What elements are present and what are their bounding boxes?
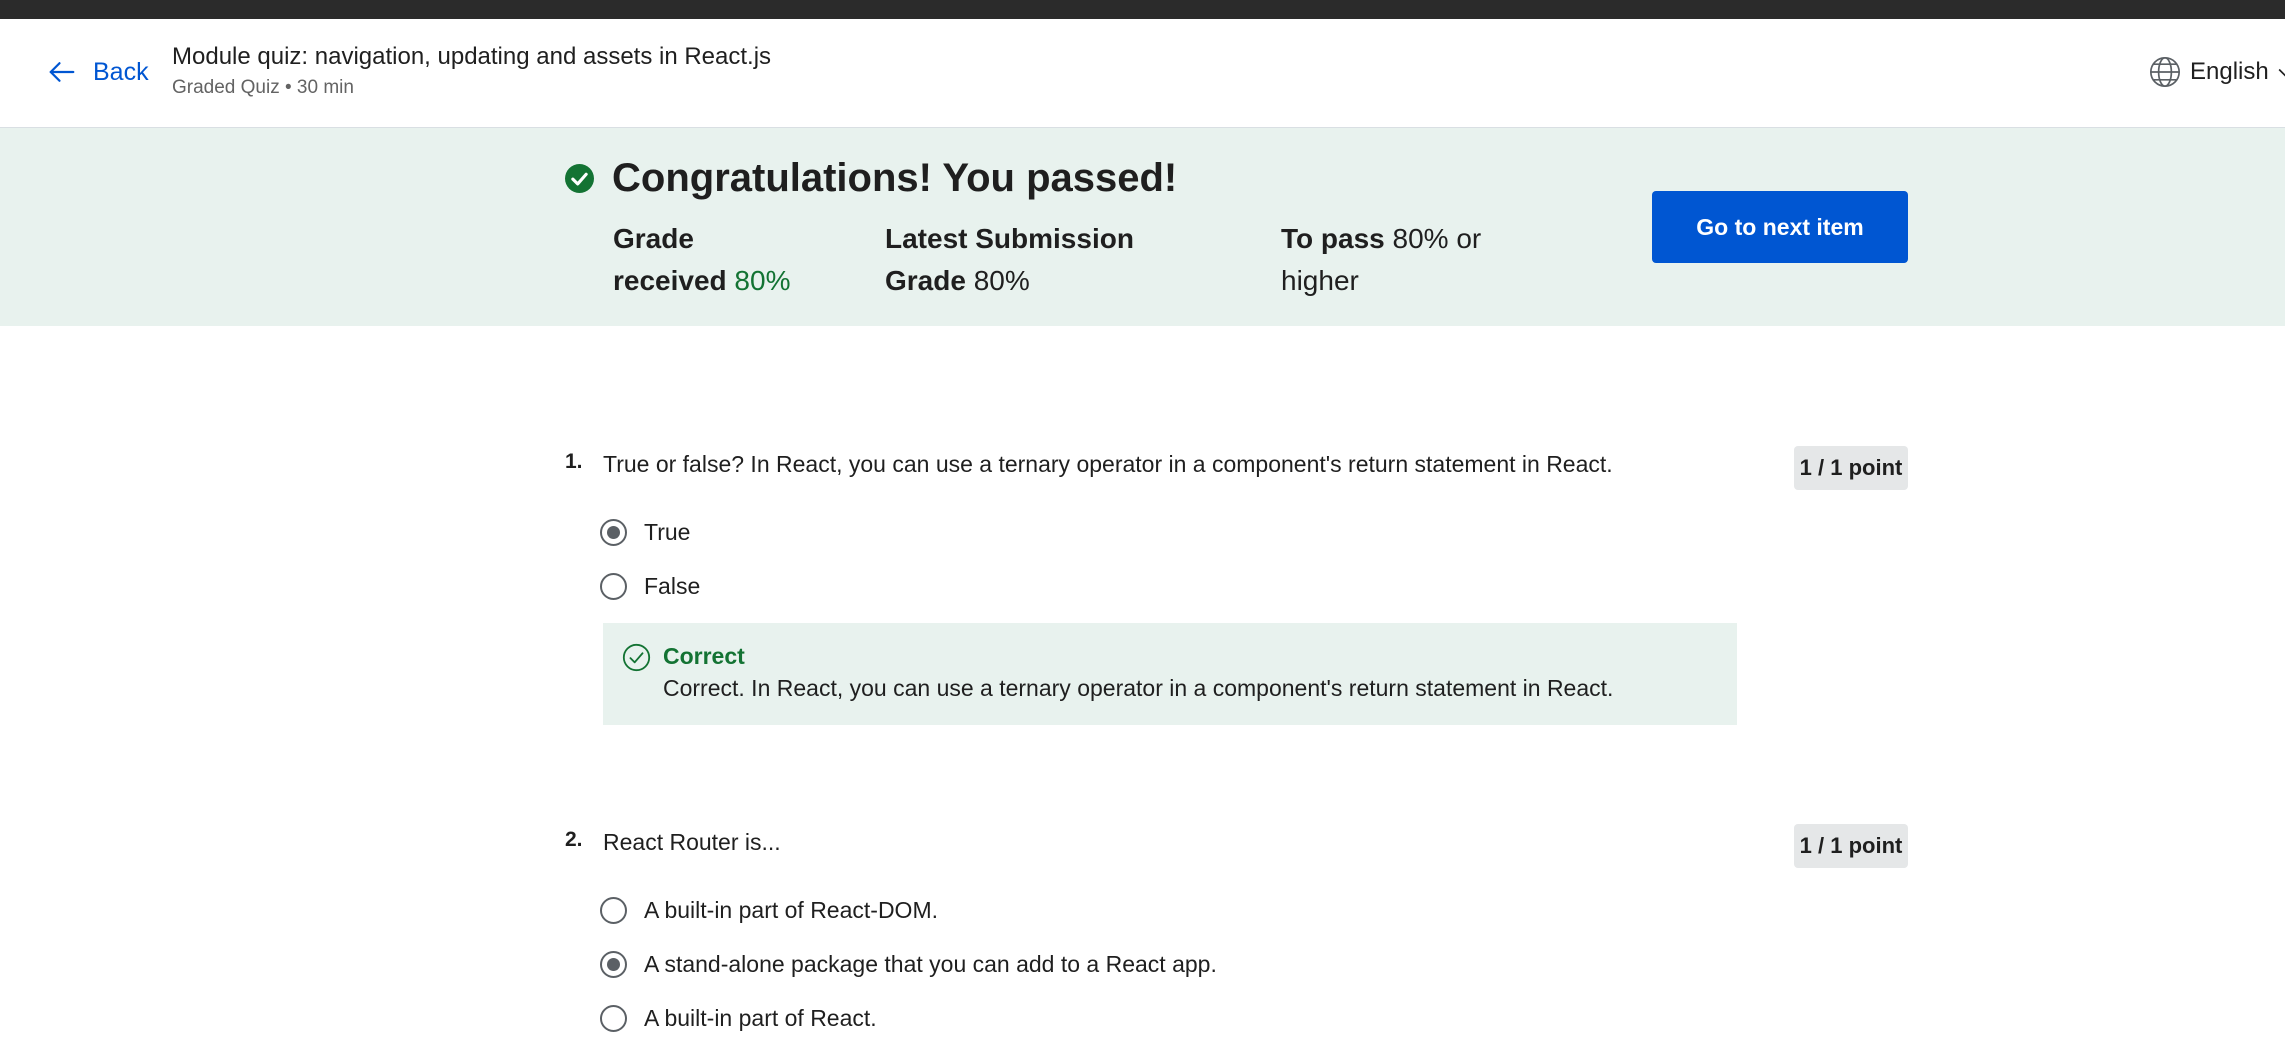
browser-top-bar <box>0 0 2285 19</box>
radio-button[interactable] <box>600 1005 627 1032</box>
latest-label-line2: Grade <box>885 265 966 296</box>
points-badge: 1 / 1 point <box>1794 824 1908 868</box>
page-subtitle: Graded Quiz • 30 min <box>172 77 354 98</box>
option-label: A stand-alone package that you can add t… <box>644 951 1217 977</box>
back-label: Back <box>93 57 149 86</box>
option-built-in-react[interactable]: A built-in part of React. <box>600 1005 877 1032</box>
radio-button[interactable] <box>600 897 627 924</box>
go-to-next-item-button[interactable]: Go to next item <box>1652 191 1908 263</box>
arrow-left-icon <box>49 62 75 82</box>
result-banner: Congratulations! You passed! Grade recei… <box>0 128 2285 326</box>
pass-value: 80% or <box>1392 223 1482 254</box>
pass-label: To pass <box>1281 223 1385 254</box>
option-stand-alone-package[interactable]: A stand-alone package that you can add t… <box>600 951 1217 978</box>
result-heading-row: Congratulations! You passed! <box>565 156 1177 201</box>
grade-label-line2: received <box>613 265 727 296</box>
question-text: True or false? In React, you can use a t… <box>603 451 1613 477</box>
page-title: Module quiz: navigation, updating and as… <box>172 43 772 70</box>
check-circle-outline-icon <box>622 643 651 672</box>
quiz-header: Back Module quiz: navigation, updating a… <box>0 19 2285 128</box>
option-built-in-react-dom[interactable]: A built-in part of React-DOM. <box>600 897 938 924</box>
option-label: True <box>644 519 691 545</box>
globe-icon <box>2149 56 2181 88</box>
feedback-body: Correct. In React, you can use a ternary… <box>663 675 1614 701</box>
radio-button[interactable] <box>600 573 627 600</box>
back-button[interactable]: Back <box>47 57 149 87</box>
latest-submission-grade: Latest Submission Grade 80% <box>885 218 1134 302</box>
radio-button-selected[interactable] <box>600 519 627 546</box>
option-label: A built-in part of React-DOM. <box>644 897 938 923</box>
grade-received: Grade received 80% <box>613 218 790 302</box>
result-heading: Congratulations! You passed! <box>612 156 1178 200</box>
feedback-heading: Correct <box>663 643 745 669</box>
option-true[interactable]: True <box>600 519 690 546</box>
question-text: React Router is... <box>603 829 781 855</box>
points-badge: 1 / 1 point <box>1794 446 1908 490</box>
latest-label-line1: Latest Submission <box>885 223 1134 254</box>
question-number: 1. <box>565 450 583 473</box>
question-number: 2. <box>565 828 583 851</box>
language-label: English <box>2190 58 2269 85</box>
feedback-panel: Correct Correct. In React, you can use a… <box>603 623 1737 725</box>
option-label: False <box>644 573 701 599</box>
grade-label-line1: Grade <box>613 223 694 254</box>
pass-value-line2: higher <box>1281 265 1359 296</box>
radio-button-selected[interactable] <box>600 951 627 978</box>
latest-value: 80% <box>973 265 1030 296</box>
pass-threshold: To pass 80% or higher <box>1281 218 1481 302</box>
option-false[interactable]: False <box>600 573 700 600</box>
check-circle-filled-icon <box>565 164 594 193</box>
grade-value: 80% <box>734 265 791 296</box>
language-selector[interactable]: English <box>2148 55 2285 89</box>
option-label: A built-in part of React. <box>644 1005 877 1031</box>
chevron-down-icon <box>2278 68 2285 77</box>
